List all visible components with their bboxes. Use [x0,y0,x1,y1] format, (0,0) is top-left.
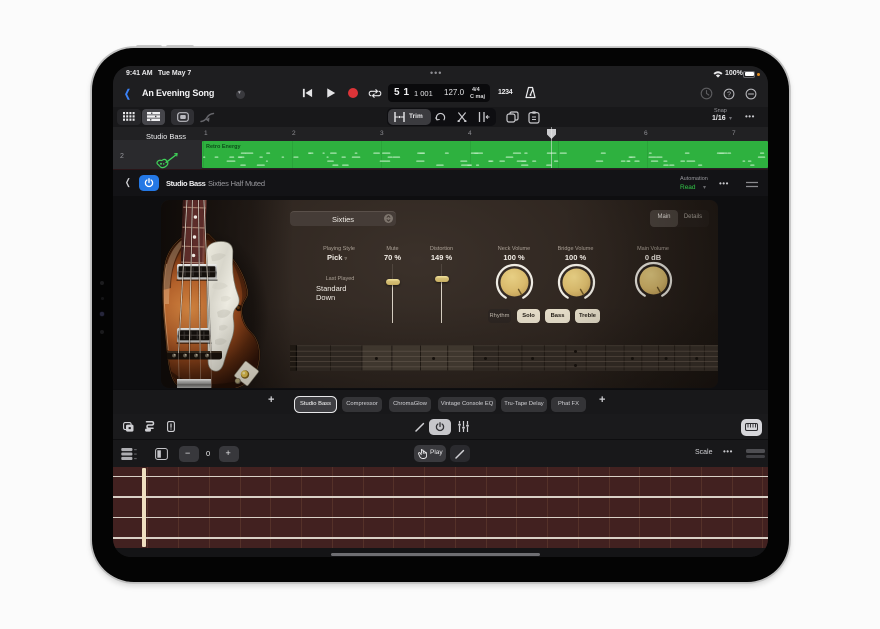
svg-text:?: ? [727,91,731,98]
